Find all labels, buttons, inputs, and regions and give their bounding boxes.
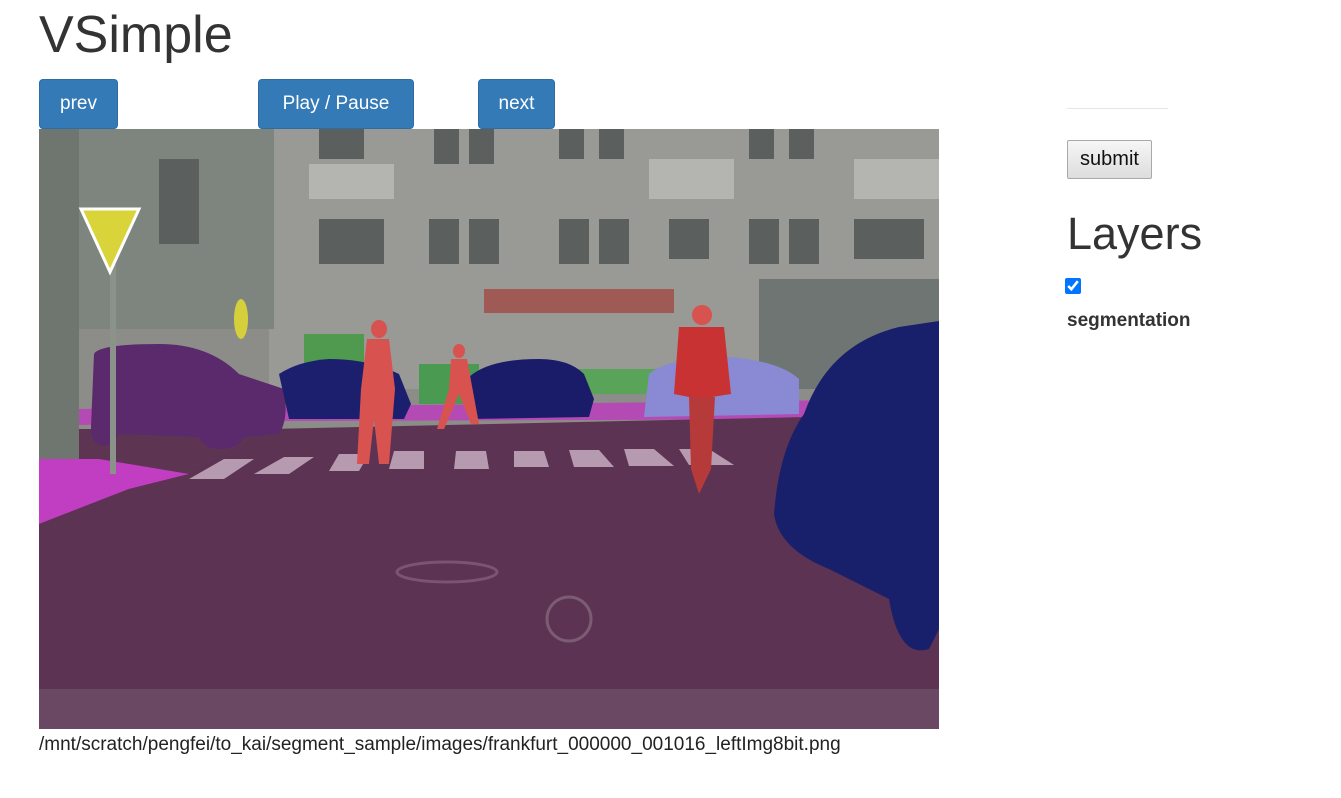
segmentation-frame-image <box>39 129 939 729</box>
page: VSimple prev Play / Pause next /mnt/scra… <box>0 0 1341 798</box>
street-scene-overlay <box>39 129 939 729</box>
play-pause-button[interactable]: Play / Pause <box>258 79 414 129</box>
building-pillar <box>39 129 79 474</box>
car-hood <box>39 689 939 729</box>
app-title: VSimple <box>39 6 233 64</box>
sign-pole <box>110 264 116 474</box>
layer-toggle-segmentation[interactable] <box>1065 278 1081 294</box>
layer-label-segmentation: segmentation <box>1067 310 1191 331</box>
next-button[interactable]: next <box>478 79 555 129</box>
hedge-right <box>579 369 659 394</box>
frame-file-path: /mnt/scratch/pengfei/to_kai/segment_samp… <box>39 734 841 755</box>
traffic-sign-small <box>234 299 248 339</box>
submit-button[interactable]: submit <box>1067 140 1152 179</box>
shop-sign <box>484 289 674 313</box>
layers-heading: Layers <box>1067 208 1203 259</box>
prev-button[interactable]: prev <box>39 79 118 129</box>
car-navy-center <box>469 359 594 419</box>
sidebar-divider <box>1067 108 1168 109</box>
